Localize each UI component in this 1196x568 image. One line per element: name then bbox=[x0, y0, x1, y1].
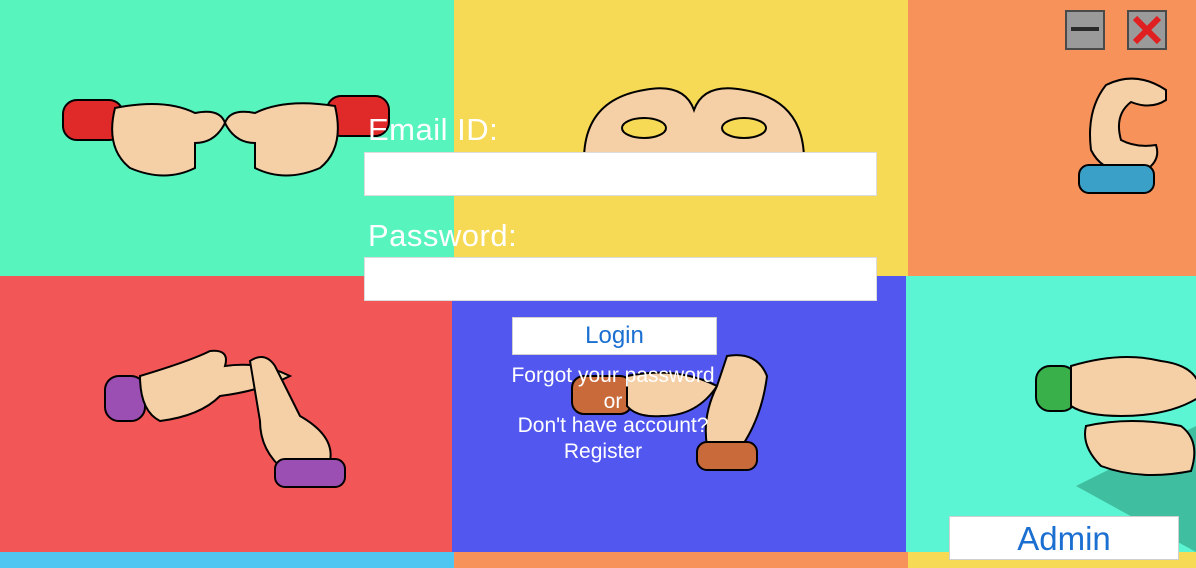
close-icon bbox=[1132, 15, 1162, 45]
close-button[interactable] bbox=[1127, 10, 1167, 50]
login-button[interactable]: Login bbox=[512, 317, 717, 355]
stacked-fists-hands-icon bbox=[1035, 356, 1196, 476]
bottom-strip-mid bbox=[454, 552, 908, 568]
password-label: Password: bbox=[368, 218, 518, 253]
tile-mint bbox=[906, 276, 1196, 552]
thumbs-touching-hands-icon bbox=[62, 95, 390, 177]
minimize-icon bbox=[1071, 27, 1099, 31]
bottom-strip-left bbox=[0, 552, 454, 568]
email-label: Email ID: bbox=[368, 112, 499, 147]
tile-yellow bbox=[454, 0, 908, 276]
tile-red bbox=[0, 276, 454, 552]
minimize-button[interactable] bbox=[1065, 10, 1105, 50]
forgot-password-link[interactable]: Forgot your password bbox=[456, 364, 770, 388]
no-account-text: Don't have account? bbox=[517, 414, 709, 437]
admin-button[interactable]: Admin bbox=[949, 516, 1179, 560]
password-field[interactable] bbox=[364, 257, 877, 301]
letter-c-hand-icon bbox=[1078, 77, 1167, 194]
linked-fingers-hands-icon bbox=[582, 87, 806, 160]
or-text: or bbox=[603, 390, 623, 413]
register-link[interactable]: Register bbox=[456, 440, 750, 464]
crossed-fingers-hands-icon bbox=[104, 349, 346, 488]
email-field[interactable] bbox=[364, 152, 877, 196]
